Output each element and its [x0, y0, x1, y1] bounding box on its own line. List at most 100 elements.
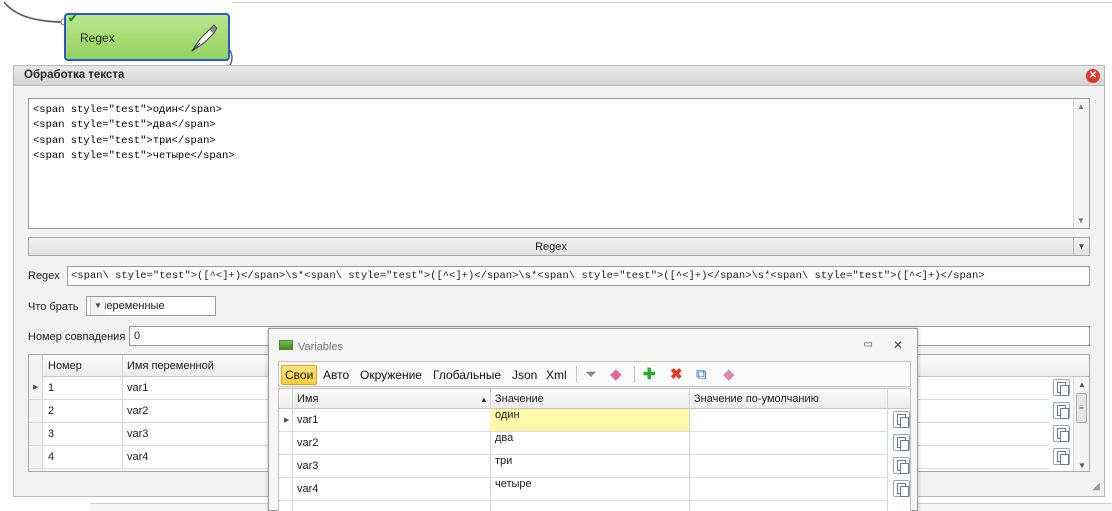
- var-name: var4: [297, 483, 319, 495]
- row-number: 2: [48, 405, 55, 417]
- text-scrollbar[interactable]: ▲ ▼: [1073, 99, 1089, 228]
- tab-json[interactable]: Json: [509, 365, 540, 385]
- dialog-title: Обработка текста: [24, 69, 125, 81]
- regex-node[interactable]: ✔ Regex: [64, 13, 230, 61]
- copy-icon[interactable]: [1053, 448, 1070, 465]
- grid-scrollbar[interactable]: ▲ ≡ ▼: [1073, 377, 1089, 471]
- variables-grid: Имя ▲ Значение Значение по-умолчанию ▶ v…: [278, 388, 911, 511]
- table-row[interactable]: ▶ var1 один: [279, 409, 888, 432]
- row-var-name: var3: [127, 428, 149, 440]
- scroll-down-icon[interactable]: ▼: [1077, 216, 1085, 225]
- header-value[interactable]: Значение: [495, 393, 544, 405]
- variables-window: Variables ▭ ✕ Свои Авто Окружение Глобал…: [268, 328, 918, 511]
- eraser-icon[interactable]: ◆: [610, 365, 622, 385]
- rename-icon[interactable]: ⧉: [696, 365, 707, 385]
- row-number: 1: [48, 382, 55, 394]
- header-default[interactable]: Значение по-умолчанию: [694, 393, 819, 405]
- text-line: <span style="test">два</span>: [33, 119, 216, 132]
- copy-icon[interactable]: [893, 480, 910, 497]
- variables-window-icon: [279, 340, 293, 350]
- row-number: 3: [48, 428, 55, 440]
- text-line: <span style="test">четыре</span>: [33, 149, 235, 162]
- scroll-up-icon[interactable]: ▲: [1077, 102, 1085, 111]
- var-value: три: [495, 455, 513, 467]
- toolbar-separator: [576, 366, 577, 383]
- tab-own[interactable]: Свои: [281, 365, 318, 385]
- close-icon[interactable]: ✕: [893, 338, 903, 352]
- copy-icon[interactable]: [893, 434, 910, 451]
- check-icon: ✔: [68, 13, 78, 25]
- resize-grip-icon[interactable]: ◢: [1092, 481, 1100, 492]
- mode-select[interactable]: Regex ▼: [28, 237, 1090, 256]
- var-name: var1: [297, 414, 319, 426]
- header-var-name[interactable]: Имя переменной: [127, 360, 214, 372]
- value-cell[interactable]: два: [490, 432, 689, 454]
- header-name[interactable]: Имя: [297, 393, 318, 405]
- sort-asc-icon: ▲: [480, 395, 488, 404]
- table-row[interactable]: var3 три: [279, 455, 888, 478]
- close-icon[interactable]: ✕: [1086, 69, 1100, 83]
- node-title: Regex: [80, 31, 115, 45]
- plus-icon[interactable]: ✚: [643, 365, 656, 385]
- value-cell[interactable]: три: [490, 455, 689, 477]
- value-cell[interactable]: один: [490, 409, 689, 431]
- row-var-name: var2: [127, 405, 149, 417]
- mode-label: Regex: [535, 241, 567, 253]
- var-value: четыре: [495, 478, 532, 490]
- tab-global[interactable]: Глобальные: [430, 365, 504, 385]
- var-value: два: [495, 432, 514, 444]
- copy-column: [1049, 377, 1073, 471]
- input-text-area[interactable]: <span style="test">один</span> <span sty…: [28, 98, 1090, 229]
- table-row[interactable]: var2 два: [279, 432, 888, 455]
- var-name: var2: [297, 437, 319, 449]
- copy-icon[interactable]: [893, 457, 910, 474]
- value-cell[interactable]: четыре: [490, 478, 689, 500]
- regex-value: <span\ style="test">([^<]+)</span>\s*<sp…: [71, 270, 985, 282]
- filter-icon[interactable]: ⏷: [585, 365, 597, 385]
- eraser-icon[interactable]: ◆: [723, 365, 735, 385]
- copy-icon[interactable]: [1053, 425, 1070, 442]
- tab-auto[interactable]: Авто: [320, 365, 352, 385]
- row-pointer-icon: ▶: [284, 417, 290, 424]
- scroll-thumb[interactable]: ≡: [1076, 393, 1087, 423]
- canvas-border: [232, 0, 1112, 3]
- match-value: 0: [134, 330, 141, 342]
- copy-icon[interactable]: [893, 411, 910, 428]
- connector-tail: [229, 50, 233, 66]
- chevron-down-icon[interactable]: ▼: [90, 297, 105, 315]
- input-text: <span style="test">один</span> <span sty…: [33, 103, 235, 164]
- variables-toolbar: Свои Авто Окружение Глобальные Json Xml …: [278, 361, 911, 387]
- var-value: один: [495, 409, 520, 421]
- copy-icon[interactable]: [1053, 379, 1070, 396]
- variables-title: Variables: [298, 341, 344, 353]
- header-number[interactable]: Номер: [48, 360, 82, 372]
- row-var-name: var1: [127, 382, 149, 394]
- variables-titlebar[interactable]: Variables ▭ ✕: [269, 329, 917, 357]
- regex-label: Regex: [28, 270, 60, 282]
- row-var-name: var4: [127, 451, 149, 463]
- take-label: Что брать: [28, 301, 79, 313]
- row-pointer-icon: ▶: [33, 384, 39, 391]
- dialog-titlebar[interactable]: Обработка текста ✕: [14, 66, 1104, 86]
- table-row[interactable]: var4 четыре: [279, 478, 888, 501]
- connector-line: [3, 1, 68, 26]
- restore-icon[interactable]: ▭: [864, 339, 873, 350]
- tab-xml[interactable]: Xml: [543, 365, 570, 385]
- x-icon[interactable]: ✖: [670, 365, 683, 385]
- variables-grid-header: Имя ▲ Значение Значение по-умолчанию: [279, 389, 910, 409]
- copy-icon[interactable]: [1053, 402, 1070, 419]
- copy-column: [891, 411, 910, 507]
- chevron-down-icon[interactable]: ▼: [1073, 238, 1089, 255]
- pen-icon: [191, 24, 218, 52]
- row-number: 4: [48, 451, 55, 463]
- regex-input[interactable]: <span\ style="test">([^<]+)</span>\s*<sp…: [67, 266, 1090, 286]
- tab-environment[interactable]: Окружение: [357, 365, 425, 385]
- toolbar-separator: [634, 366, 635, 383]
- text-line: <span style="test">три</span>: [33, 134, 216, 147]
- text-line: <span style="test">один</span>: [33, 104, 223, 116]
- match-label: Номер совпадения: [28, 331, 126, 343]
- scroll-down-icon[interactable]: ▼: [1078, 461, 1086, 470]
- scroll-up-icon[interactable]: ▲: [1078, 380, 1086, 389]
- var-name: var3: [297, 460, 319, 472]
- take-select[interactable]: В переменные ▼: [86, 296, 216, 316]
